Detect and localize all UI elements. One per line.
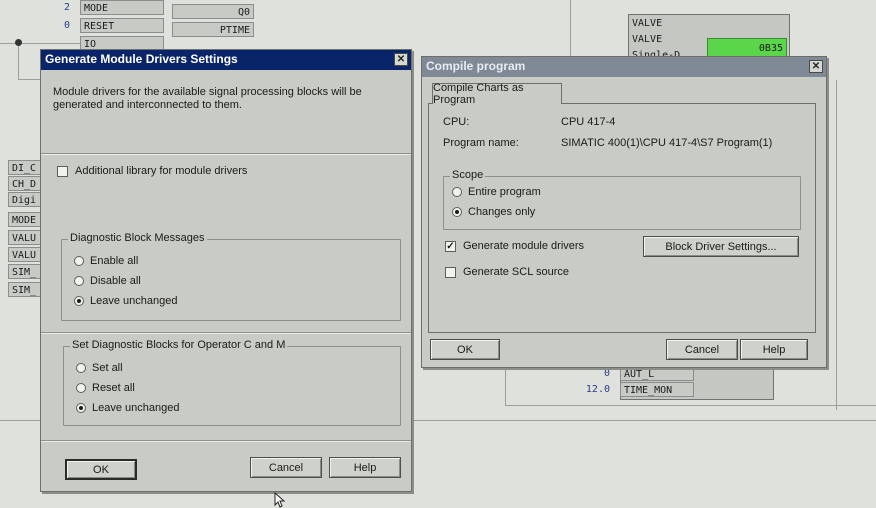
radio-set-all[interactable]: Set all <box>76 362 123 374</box>
block-driver-settings-button[interactable]: Block Driver Settings... <box>643 236 799 257</box>
radio-label: Enable all <box>90 255 139 267</box>
wire-junction <box>15 39 22 46</box>
close-button[interactable]: ✕ <box>394 53 408 66</box>
checkbox-box <box>445 266 456 278</box>
program-name-value: SIMATIC 400(1)\CPU 417-4\S7 Program(1) <box>561 137 773 149</box>
radio-label: Changes only <box>468 206 536 218</box>
checkbox-label: Generate module drivers <box>463 240 585 252</box>
pin-value: 12.0 <box>585 384 610 395</box>
wire <box>18 40 19 80</box>
dialog-titlebar[interactable]: Generate Module Drivers Settings ✕ <box>41 50 411 70</box>
radio-entire-program[interactable]: Entire program <box>452 186 541 198</box>
dialog-titlebar[interactable]: Compile program ✕ <box>422 57 826 77</box>
help-button[interactable]: Help <box>329 457 401 478</box>
wire <box>505 405 876 406</box>
wire <box>0 43 80 44</box>
close-icon: ✕ <box>811 61 821 72</box>
block-pin[interactable]: Digi <box>8 192 44 207</box>
dialog-description: Module drivers for the available signal … <box>53 86 362 111</box>
ok-button[interactable]: OK <box>65 459 137 480</box>
generate-module-drivers-dialog: Generate Module Drivers Settings ✕ Modul… <box>40 49 412 492</box>
block-pin[interactable]: VALU <box>8 247 44 262</box>
separator <box>41 153 411 154</box>
diagnostic-block-messages-group: Diagnostic Block Messages Enable all Dis… <box>61 232 401 321</box>
radio-dot <box>76 383 86 393</box>
cpu-label: CPU: <box>443 116 470 128</box>
additional-library-checkbox[interactable]: Additional library for module drivers <box>57 165 247 177</box>
tab-panel: CPU: CPU 417-4 Program name: SIMATIC 400… <box>428 103 816 333</box>
radio-disable-all[interactable]: Disable all <box>74 275 141 287</box>
block-pin[interactable]: CH_D <box>8 176 44 191</box>
radio-leave-unchanged[interactable]: Leave unchanged <box>76 402 179 414</box>
radio-label: Disable all <box>90 275 141 287</box>
separator <box>41 332 411 333</box>
separator <box>41 440 411 441</box>
block-pin: VALVE <box>632 18 663 29</box>
radio-dot-selected <box>74 296 84 306</box>
dialog-title: Compile program <box>426 59 526 73</box>
radio-dot-selected <box>452 207 462 217</box>
block-pin[interactable]: VALU <box>8 230 44 245</box>
checkbox-label: Additional library for module drivers <box>75 165 248 177</box>
radio-enable-all[interactable]: Enable all <box>74 255 138 267</box>
radio-changes-only[interactable]: Changes only <box>452 206 535 218</box>
generate-scl-source-checkbox[interactable]: Generate SCL source <box>445 266 569 278</box>
block-pin[interactable]: MODE <box>80 0 164 15</box>
wire <box>505 365 506 405</box>
operator-cm-group: Set Diagnostic Blocks for Operator C and… <box>63 339 401 426</box>
help-button[interactable]: Help <box>740 339 808 360</box>
block-pin[interactable]: DI_C <box>8 160 44 175</box>
program-name-label: Program name: <box>443 137 519 149</box>
group-label: Set Diagnostic Blocks for Operator C and… <box>70 339 288 351</box>
block-pin[interactable]: RESET <box>80 18 164 33</box>
scope-group: Scope Entire program Changes only <box>443 169 801 230</box>
mouse-cursor-icon <box>274 492 286 508</box>
cancel-button[interactable]: Cancel <box>666 339 738 360</box>
tab-compile-charts[interactable]: Compile Charts as Program <box>432 82 562 106</box>
close-icon: ✕ <box>396 54 406 65</box>
radio-label: Set all <box>92 362 123 374</box>
radio-dot <box>452 187 462 197</box>
block-pin[interactable]: TIME_MON <box>620 382 694 397</box>
radio-dot-selected <box>76 403 86 413</box>
radio-label: Leave unchanged <box>90 295 178 307</box>
block-pin: VALVE <box>632 34 663 45</box>
block-pin[interactable]: Q0 <box>172 4 254 19</box>
block-pin[interactable]: MODE <box>8 212 44 227</box>
checkbox-label: Generate SCL source <box>463 266 569 278</box>
cancel-button[interactable]: Cancel <box>250 457 322 478</box>
wire <box>570 0 571 60</box>
radio-dot <box>74 256 84 266</box>
generate-module-drivers-checkbox[interactable]: ✓ Generate module drivers <box>445 240 584 252</box>
group-label: Scope <box>450 169 486 181</box>
block-pin[interactable]: AUT_L <box>620 366 694 381</box>
group-label: Diagnostic Block Messages <box>68 232 207 244</box>
cpu-value: CPU 417-4 <box>561 116 616 128</box>
dialog-title: Generate Module Drivers Settings <box>45 52 238 66</box>
radio-label: Leave unchanged <box>92 402 180 414</box>
radio-reset-all[interactable]: Reset all <box>76 382 135 394</box>
ok-button[interactable]: OK <box>430 339 500 360</box>
pin-value: 0 <box>603 368 610 379</box>
wire <box>836 80 837 410</box>
close-button[interactable]: ✕ <box>809 60 823 73</box>
radio-dot <box>74 276 84 286</box>
radio-dot <box>76 363 86 373</box>
block-pin[interactable]: PTIME <box>172 22 254 37</box>
checkbox-box <box>57 165 68 177</box>
block-pin[interactable]: SIM_ <box>8 282 44 297</box>
checkbox-box-checked: ✓ <box>445 240 456 252</box>
pin-value: 0 <box>63 20 70 31</box>
block-pin[interactable]: SIM_ <box>8 264 44 279</box>
pin-value: 2 <box>63 2 70 13</box>
compile-program-dialog: Compile program ✕ Compile Charts as Prog… <box>421 56 827 368</box>
radio-leave-unchanged[interactable]: Leave unchanged <box>74 295 177 307</box>
radio-label: Entire program <box>468 186 541 198</box>
radio-label: Reset all <box>92 382 135 394</box>
